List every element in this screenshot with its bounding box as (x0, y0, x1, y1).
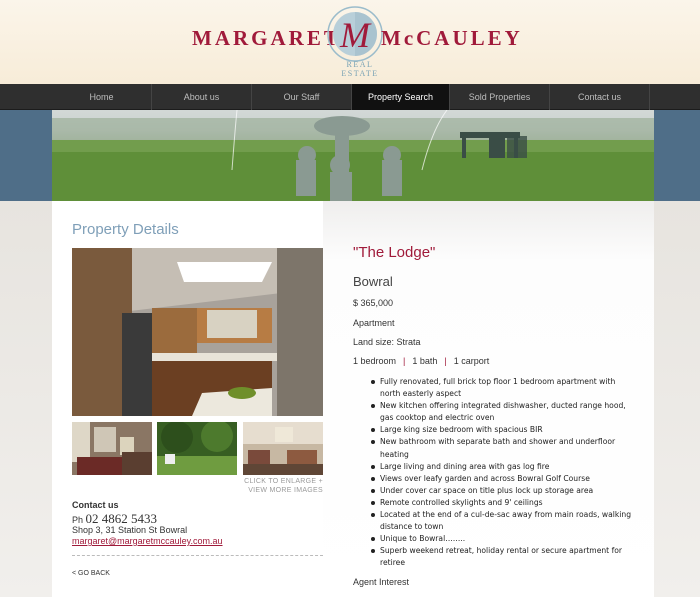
separator: | (403, 356, 406, 366)
banner (0, 110, 700, 201)
go-back-link[interactable]: < GO BACK (72, 570, 110, 577)
property-rooms: 1 bedroom | 1 bath | 1 carport (353, 356, 489, 366)
thumbnail-living-room[interactable] (72, 422, 152, 475)
enlarge-line-2: VIEW MORE IMAGES (248, 487, 323, 494)
phone-prefix: Ph (72, 515, 84, 525)
feature-item: Located at the end of a cul-de-sac away … (371, 509, 635, 533)
page-side-right (654, 201, 700, 597)
bathrooms: 1 bath (412, 356, 438, 366)
feature-item: Unique to Bowral…….. (371, 533, 635, 545)
banner-garden-image (52, 110, 654, 201)
nav-our-staff[interactable]: Our Staff (252, 84, 352, 110)
logo-monogram-icon[interactable]: M (325, 4, 385, 64)
feature-item: New kitchen offering integrated dishwash… (371, 400, 635, 424)
property-suburb: Bowral (353, 274, 393, 289)
enlarge-link[interactable]: CLICK TO ENLARGE + VIEW MORE IMAGES (200, 477, 323, 495)
nav-sold-properties[interactable]: Sold Properties (450, 84, 550, 110)
bedrooms: 1 bedroom (353, 356, 397, 366)
logo-name-right: McCAULEY (381, 26, 523, 50)
feature-item: Fully renovated, full brick top floor 1 … (371, 376, 635, 400)
feature-item: Under cover car space on title plus lock… (371, 485, 635, 497)
separator: | (444, 356, 447, 366)
carports: 1 carport (453, 356, 490, 366)
property-title: "The Lodge" (353, 244, 436, 261)
nav-home[interactable]: Home (52, 84, 152, 110)
contact-email-link[interactable]: margaret@margaretmccauley.com.au (72, 536, 223, 546)
nav-contact-us[interactable]: Contact us (550, 84, 650, 110)
thumbnail-lounge[interactable] (243, 422, 323, 475)
feature-list: Fully renovated, full brick top floor 1 … (371, 376, 635, 570)
feature-item: Large king size bedroom with spacious BI… (371, 424, 635, 436)
feature-item: Views over leafy garden and across Bowra… (371, 473, 635, 485)
feature-item: Superb weekend retreat, holiday rental o… (371, 545, 635, 569)
agent-interest-heading: Agent Interest (353, 577, 410, 587)
enlarge-line-1: CLICK TO ENLARGE + (244, 478, 323, 485)
phone-number: 02 4862 5433 (85, 511, 158, 526)
feature-item: Large living and dining area with gas lo… (371, 461, 635, 473)
property-type: Apartment (353, 318, 395, 328)
thumbnail-garden[interactable] (157, 422, 237, 475)
logo-name-left: MARGARET (192, 26, 341, 50)
logo-tagline: REAL ESTATE (341, 60, 379, 78)
logo-monogram-letter: M (339, 15, 372, 55)
main-property-photo[interactable] (72, 248, 323, 416)
contact-heading: Contact us (72, 500, 119, 510)
feature-item: Remote controlled skylights and 9' ceili… (371, 497, 635, 509)
divider (72, 555, 323, 556)
property-price: $ 365,000 (353, 298, 394, 308)
property-land-size: Land size: Strata (353, 337, 421, 347)
contact-address: Shop 3, 31 Station St Bowral (72, 525, 188, 535)
main-nav: Home About us Our Staff Property Search … (0, 84, 700, 110)
nav-about-us[interactable]: About us (152, 84, 252, 110)
site-header: MARGARET M McCAULEY REAL ESTATE (0, 0, 700, 84)
feature-item: New bathroom with separate bath and show… (371, 436, 635, 460)
nav-property-search[interactable]: Property Search (352, 84, 450, 110)
page-side-left (0, 201, 52, 597)
section-title: Property Details (72, 221, 179, 238)
